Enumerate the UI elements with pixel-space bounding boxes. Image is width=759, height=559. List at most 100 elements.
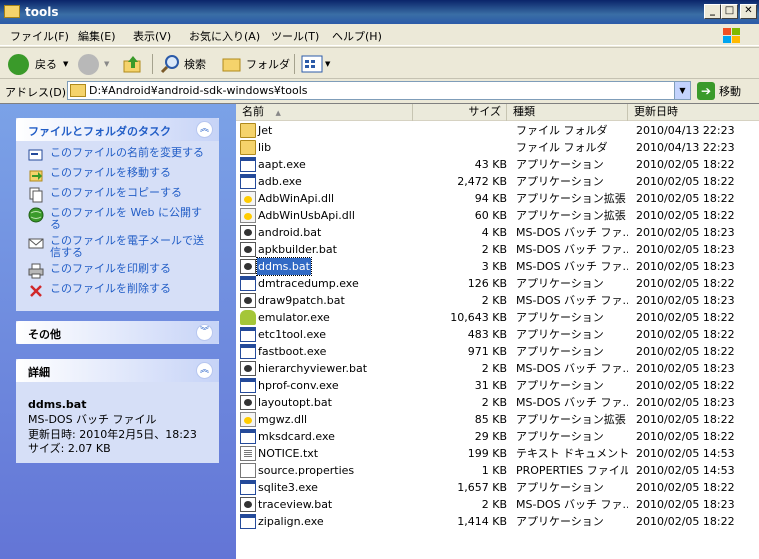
windows-logo-icon [723, 28, 740, 43]
file-row[interactable]: hprof-conv.exe 31 KB アプリケーション 2010/02/05 18… [236, 377, 759, 394]
menu-help[interactable]: ヘルプ(H) [332, 28, 382, 44]
file-type: アプリケーション [516, 175, 604, 188]
file-row[interactable]: aapt.exe 43 KB アプリケーション 2010/02/05 18:22 [236, 156, 759, 173]
file-date: 2010/02/05 18:22 [636, 192, 735, 205]
batch-file-icon [240, 225, 256, 240]
file-row[interactable]: apkbuilder.bat 2 KB MS-DOS バッチ ファ... 2010/0… [236, 241, 759, 258]
go-arrow-icon: ➔ [697, 82, 715, 100]
file-date: 2010/02/05 18:22 [636, 345, 735, 358]
file-row[interactable]: mgwz.dll 85 KB アプリケーション拡張 2010/02/05 18:22 [236, 411, 759, 428]
menu-view[interactable]: 表示(V) [133, 28, 171, 44]
file-size: 10,643 KB [450, 311, 507, 324]
file-row[interactable]: AdbWinApi.dll 94 KB アプリケーション拡張 2010/02/05 1… [236, 190, 759, 207]
file-date: 2010/02/05 18:23 [636, 243, 735, 256]
file-size: 31 KB [474, 379, 507, 392]
task-rename[interactable]: このファイルの名前を変更する [28, 147, 211, 163]
folders-icon [222, 58, 241, 72]
file-row[interactable]: lib ファイル フォルダ 2010/04/13 22:23 [236, 139, 759, 156]
details-header[interactable]: 詳細 ︽ [16, 359, 219, 382]
column-type[interactable]: 種類 [507, 104, 628, 121]
file-name: AdbWinApi.dll [258, 192, 335, 205]
file-size: 4 KB [481, 226, 507, 239]
address-field[interactable]: D:¥Android¥android-sdk-windows¥tools ▼ [67, 81, 691, 100]
task-delete[interactable]: このファイルを削除する [28, 283, 211, 299]
folders-button[interactable]: フォルダ [222, 53, 290, 75]
file-row[interactable]: layoutopt.bat 2 KB MS-DOS バッチ ファ... 2010/02… [236, 394, 759, 411]
up-folder-button[interactable] [123, 53, 143, 75]
file-row[interactable]: traceview.bat 2 KB MS-DOS バッチ ファ... 2010/02… [236, 496, 759, 513]
file-type: アプリケーション [516, 311, 604, 324]
task-email[interactable]: このファイルを電子メールで送信する [28, 235, 211, 259]
file-date: 2010/02/05 18:22 [636, 379, 735, 392]
dropdown-arrow-icon: ▼ [104, 60, 110, 68]
batch-file-icon [240, 259, 256, 274]
file-row[interactable]: ddms.bat 3 KB MS-DOS バッチ ファ... 2010/02/05 1… [236, 257, 759, 276]
task-label: このファイルを電子メールで送信する [50, 234, 204, 259]
file-row[interactable]: NOTICE.txt 199 KB テキスト ドキュメント 2010/02/05 14… [236, 445, 759, 462]
application-icon [240, 514, 256, 529]
task-web-publish[interactable]: このファイルを Web に公開する [28, 207, 211, 231]
task-print[interactable]: このファイルを印刷する [28, 263, 211, 279]
file-row[interactable]: etc1tool.exe 483 KB アプリケーション 2010/02/05 18:… [236, 326, 759, 343]
file-size: 43 KB [474, 158, 507, 171]
menu-favorites[interactable]: お気に入り(A) [189, 28, 260, 44]
file-row[interactable]: source.properties 1 KB PROPERTIES ファイル 2010… [236, 462, 759, 479]
column-name[interactable]: 名前 ▲ [236, 104, 413, 121]
title-bar: tools _ □ ✕ [0, 0, 759, 24]
file-name: traceview.bat [258, 498, 333, 511]
task-copy[interactable]: このファイルをコピーする [28, 187, 211, 203]
collapse-chevron-icon[interactable]: ︽ [196, 362, 213, 379]
menu-tools[interactable]: ツール(T) [271, 28, 319, 44]
column-date[interactable]: 更新日時 [628, 104, 759, 121]
file-type: MS-DOS バッチ ファ... [516, 498, 628, 511]
file-size: 2 KB [481, 396, 507, 409]
file-row[interactable]: adb.exe 2,472 KB アプリケーション 2010/02/05 18:22 [236, 173, 759, 190]
back-label: 戻る [35, 58, 57, 71]
file-row[interactable]: fastboot.exe 971 KB アプリケーション 2010/02/05 18:… [236, 343, 759, 360]
search-icon [160, 55, 179, 74]
expand-chevron-icon[interactable]: ︾ [196, 324, 213, 341]
file-row[interactable]: AdbWinUsbApi.dll 60 KB アプリケーション拡張 2010/02/0… [236, 207, 759, 224]
file-name: fastboot.exe [258, 345, 327, 358]
column-size[interactable]: サイズ [413, 104, 507, 121]
views-button[interactable]: ▼ [301, 53, 330, 75]
close-button[interactable]: ✕ [740, 4, 757, 19]
maximize-button[interactable]: □ [721, 4, 738, 19]
file-date: 2010/02/05 18:22 [636, 175, 735, 188]
file-size: 3 KB [481, 260, 507, 273]
file-row[interactable]: android.bat 4 KB MS-DOS バッチ ファ... 2010/02/0… [236, 224, 759, 241]
file-row[interactable]: hierarchyviewer.bat 2 KB MS-DOS バッチ ファ... 2… [236, 360, 759, 377]
file-row[interactable]: emulator.exe 10,643 KB アプリケーション 2010/02/05 … [236, 309, 759, 326]
file-list: 名前 ▲ サイズ 種類 更新日時 Jet ファイル フォルダ 2010/04/13 … [236, 104, 759, 559]
address-bar: アドレス(D) D:¥Android¥android-sdk-windows¥t… [0, 80, 759, 102]
file-row[interactable]: mksdcard.exe 29 KB アプリケーション 2010/02/05 18:2… [236, 428, 759, 445]
file-row[interactable]: dmtracedump.exe 126 KB アプリケーション 2010/02/05 … [236, 275, 759, 292]
file-type: MS-DOS バッチ ファ... [516, 243, 628, 256]
search-button[interactable]: 検索 [160, 53, 206, 75]
file-row[interactable]: zipalign.exe 1,414 KB アプリケーション 2010/02/05 1… [236, 513, 759, 530]
file-date: 2010/02/05 14:53 [636, 464, 735, 477]
task-move[interactable]: このファイルを移動する [28, 167, 211, 183]
file-row[interactable]: draw9patch.bat 2 KB MS-DOS バッチ ファ... 2010/0… [236, 292, 759, 309]
file-name: apkbuilder.bat [258, 243, 337, 256]
file-row[interactable]: sqlite3.exe 1,657 KB アプリケーション 2010/02/05 18… [236, 479, 759, 496]
address-dropdown-button[interactable]: ▼ [674, 82, 690, 99]
menu-edit[interactable]: 編集(E) [78, 28, 116, 44]
file-type: アプリケーション [516, 481, 604, 494]
go-label: 移動 [719, 85, 741, 98]
forward-button[interactable]: ▼ [78, 53, 109, 75]
menu-file[interactable]: ファイル(F) [10, 28, 69, 44]
other-header[interactable]: その他 ︾ [16, 321, 219, 344]
content-area: ファイルとフォルダのタスク ︽ このファイルの名前を変更する このファイルを移動… [0, 103, 759, 559]
file-name: mksdcard.exe [258, 430, 335, 443]
batch-file-icon [240, 395, 256, 410]
file-tasks-header[interactable]: ファイルとフォルダのタスク ︽ [16, 118, 219, 141]
collapse-chevron-icon[interactable]: ︽ [196, 121, 213, 138]
dropdown-arrow-icon: ▼ [325, 60, 331, 68]
minimize-button[interactable]: _ [704, 4, 721, 19]
up-folder-icon [123, 56, 141, 73]
file-row[interactable]: Jet ファイル フォルダ 2010/04/13 22:23 [236, 122, 759, 139]
go-button[interactable]: ➔ 移動 [697, 82, 741, 100]
folder-icon [70, 84, 86, 97]
back-button[interactable]: 戻る ▼ [8, 53, 68, 75]
